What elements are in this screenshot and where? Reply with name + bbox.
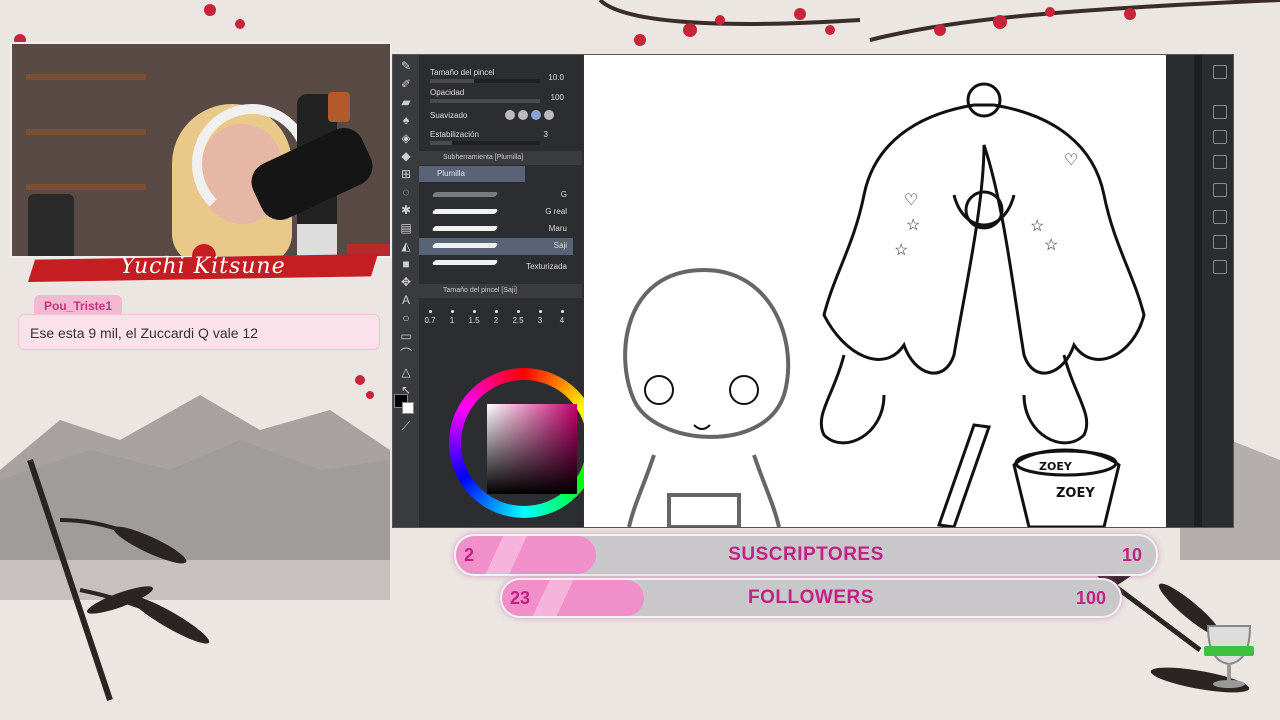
- tool-bar: ✎ ✐ ▰ ♠ ◈ ◆ ⊞ ◌ ✱ ▤ ◭ ■ ✥ A ○ ▭ ⌒ △ ↖ ⌕ …: [393, 55, 420, 527]
- stabilization-row[interactable]: Estabilización 3: [419, 127, 582, 146]
- pen-icon[interactable]: ✎: [398, 59, 414, 73]
- pencil-icon[interactable]: ✐: [398, 77, 414, 91]
- layer-icon[interactable]: [1213, 183, 1227, 197]
- brush-name: Maru: [548, 224, 567, 233]
- brush-name: Saji: [553, 241, 567, 250]
- brush-size-value: 10.0: [548, 73, 564, 82]
- layer-icon[interactable]: [1213, 65, 1227, 79]
- smoothing-options[interactable]: [505, 110, 557, 122]
- background-bottle: [28, 194, 74, 256]
- eyedropper-icon[interactable]: ⟋: [398, 419, 414, 433]
- color-square[interactable]: [487, 404, 577, 494]
- opacity-value: 100: [550, 93, 564, 102]
- size-option[interactable]: 4: [551, 310, 573, 325]
- right-dock: [1166, 55, 1233, 527]
- move-icon[interactable]: ✥: [398, 275, 414, 289]
- opacity-slider[interactable]: [430, 99, 540, 103]
- smoothing-row[interactable]: Suavizado: [419, 105, 582, 127]
- svg-text:☆: ☆: [1044, 237, 1058, 254]
- brush-name: G: [560, 190, 567, 199]
- brush-item-g[interactable]: G: [419, 187, 573, 204]
- subtool-panel-header: Subherramienta [Plumilla]: [419, 151, 582, 165]
- shelf: [26, 129, 146, 135]
- followers-label: FOLLOWERS: [748, 587, 874, 608]
- chibi-line-art: ♡♡ ☆ ☆☆☆ ZOEY ZOEY: [623, 82, 1146, 527]
- grid-icon[interactable]: ⊞: [398, 167, 414, 181]
- followers-goal-bar: 23 FOLLOWERS 100: [500, 578, 1122, 618]
- subscribers-label: SUSCRIPTORES: [728, 544, 884, 565]
- size-option[interactable]: 2: [485, 310, 507, 325]
- layer-icon[interactable]: [1213, 130, 1227, 144]
- sub-color-swatch[interactable]: [402, 402, 414, 414]
- bottle-cap: [328, 92, 350, 122]
- curve-icon[interactable]: ⌒: [398, 347, 414, 361]
- size-option[interactable]: 3: [529, 310, 551, 325]
- selection-icon[interactable]: ▭: [398, 329, 414, 343]
- wine-glass-icon: [1204, 625, 1254, 688]
- ellipse-icon[interactable]: ○: [398, 311, 414, 325]
- color-wheel[interactable]: [449, 368, 599, 518]
- close-icon[interactable]: [1213, 105, 1227, 119]
- chat-message: Ese esta 9 mil, el Zuccardi Q vale 12: [18, 314, 380, 350]
- brush-name: G real: [545, 207, 567, 216]
- size-option[interactable]: 0.7: [419, 310, 441, 325]
- shelf: [26, 184, 146, 190]
- stabilization-label: Estabilización: [430, 130, 479, 139]
- svg-text:☆: ☆: [1030, 218, 1044, 235]
- correction-icon[interactable]: △: [398, 365, 414, 379]
- tab-plumilla[interactable]: Plumilla: [419, 166, 525, 182]
- brush-item-saji[interactable]: Saji: [419, 238, 573, 255]
- layer-icon[interactable]: [1213, 210, 1227, 224]
- size-option[interactable]: 2.5: [507, 310, 529, 325]
- subscribers-target: 10: [1121, 545, 1142, 565]
- canvas-scrollbar[interactable]: [1194, 55, 1202, 527]
- clip-studio-window: ✎ ✐ ▰ ♠ ◈ ◆ ⊞ ◌ ✱ ▤ ◭ ■ ✥ A ○ ▭ ⌒ △ ↖ ⌕ …: [392, 54, 1234, 528]
- lasso-icon[interactable]: ◌: [398, 185, 414, 199]
- camera-icon[interactable]: [1213, 235, 1227, 249]
- text-icon[interactable]: A: [398, 293, 414, 307]
- svg-text:☆: ☆: [906, 217, 920, 234]
- layer-icon[interactable]: [1213, 155, 1227, 169]
- brush-icon[interactable]: ♠: [398, 113, 414, 127]
- svg-text:☆: ☆: [894, 242, 908, 259]
- brush-size-slider[interactable]: [430, 79, 540, 83]
- paint-bucket-icon[interactable]: ◭: [398, 239, 414, 253]
- svg-text:ZOEY: ZOEY: [1039, 460, 1073, 473]
- smoothing-label: Suavizado: [430, 111, 468, 120]
- size-option[interactable]: 1: [441, 310, 463, 325]
- svg-text:♡: ♡: [1064, 152, 1078, 169]
- stabilization-slider[interactable]: [430, 141, 540, 145]
- opacity-row[interactable]: Opacidad 100: [419, 85, 582, 104]
- layer-icon[interactable]: [1213, 260, 1227, 274]
- svg-text:ZOEY: ZOEY: [1056, 486, 1095, 501]
- opacity-label: Opacidad: [430, 88, 465, 97]
- brush-size-label: Tamaño del pincel: [430, 68, 495, 77]
- tool-property-panel: Tamaño del pincel 10.0 Opacidad 100 Suav…: [419, 55, 599, 527]
- gradient-icon[interactable]: ▤: [398, 221, 414, 235]
- stabilization-value: 3: [543, 130, 548, 139]
- shelf: [26, 74, 146, 80]
- followers-target: 100: [1075, 588, 1106, 608]
- svg-text:♡: ♡: [904, 192, 918, 209]
- frame-icon[interactable]: ■: [398, 257, 414, 271]
- brush-size-panel-header: Tamaño del pincel [Saji]: [419, 284, 582, 298]
- drawing-canvas[interactable]: ♡ ♡ ☆ ☆ ☆ ☆ ZOEY ZOEY: [584, 55, 1166, 527]
- brush-item-g-real[interactable]: G real: [419, 204, 573, 221]
- brush-name: Texturizada: [526, 262, 567, 271]
- fill-icon[interactable]: ◈: [398, 131, 414, 145]
- webcam-feed: [10, 42, 392, 258]
- subscribers-goal-bar: 2 SUSCRIPTORES 10: [454, 534, 1158, 576]
- eraser-icon[interactable]: ▰: [398, 95, 414, 109]
- brush-item-maru[interactable]: Maru: [419, 221, 573, 238]
- blend-icon[interactable]: ◆: [398, 149, 414, 163]
- brush-size-row[interactable]: Tamaño del pincel 10.0: [419, 65, 582, 84]
- streamer-name: Yuchi Kitsune: [120, 254, 286, 279]
- magic-wand-icon[interactable]: ✱: [398, 203, 414, 217]
- size-option[interactable]: 1.5: [463, 310, 485, 325]
- brush-item-texturizada[interactable]: Texturizada: [419, 255, 573, 272]
